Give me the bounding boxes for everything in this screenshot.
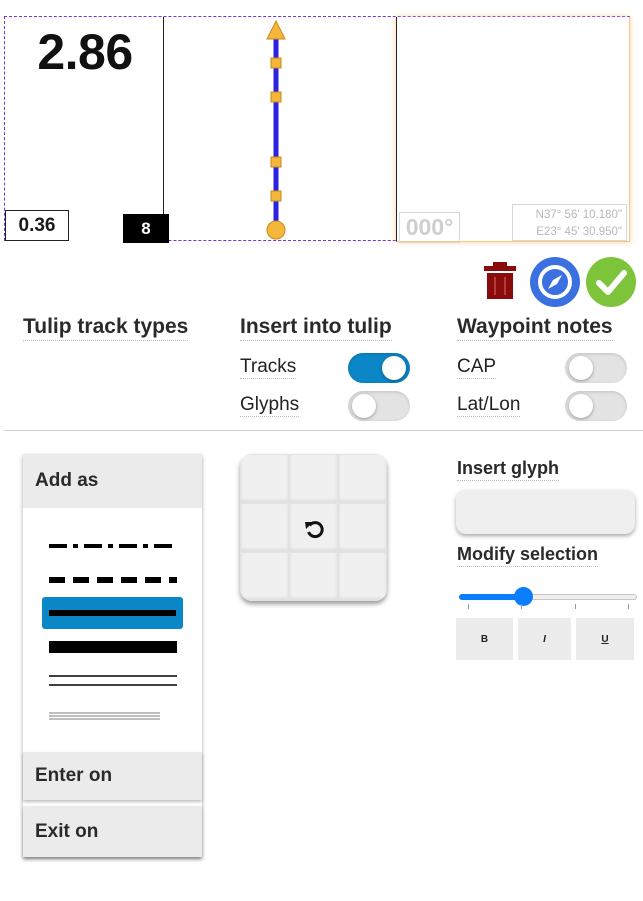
- underline-button[interactable]: U: [576, 618, 634, 660]
- longitude: E23° 45' 30.950": [536, 226, 622, 238]
- exit-on-header[interactable]: Exit on: [23, 806, 202, 857]
- tulip-cell[interactable]: [164, 17, 396, 241]
- toggle-knob: [352, 394, 376, 418]
- grid-cell-bottom-right[interactable]: [338, 552, 387, 601]
- tulip-handle[interactable]: [270, 156, 282, 168]
- trash-icon: [484, 262, 516, 299]
- tulip-entry-point[interactable]: [266, 220, 286, 240]
- slider-tick: [628, 604, 629, 609]
- heading-display: 000°: [399, 212, 460, 243]
- double-line-icon: [49, 675, 177, 686]
- section-divider: [4, 430, 643, 431]
- tracks-toggle[interactable]: [348, 353, 410, 383]
- heavy-line-icon: [49, 641, 177, 653]
- add-as-header[interactable]: Add as: [23, 454, 202, 508]
- track-type-panel: Add as Enter on Exit on: [23, 454, 202, 857]
- glyphs-toggle[interactable]: [348, 391, 410, 421]
- tulip-canvas[interactable]: [164, 17, 396, 241]
- bold-button[interactable]: B: [456, 618, 513, 660]
- toggle-knob: [569, 356, 593, 380]
- grid-cell-center[interactable]: [289, 503, 338, 552]
- track-style-dashed[interactable]: [41, 564, 184, 596]
- grid-cell-bottom[interactable]: [289, 552, 338, 601]
- toggle-knob: [382, 356, 406, 380]
- cap-toggle[interactable]: [565, 353, 627, 383]
- modify-selection-heading: Modify selection: [457, 544, 599, 567]
- insert-into-tulip-heading: Insert into tulip: [240, 315, 392, 341]
- dashed-line-icon: [49, 577, 177, 583]
- italic-button[interactable]: I: [518, 618, 571, 660]
- grid-cell-top[interactable]: [289, 454, 338, 503]
- insert-glyph-heading: Insert glyph: [457, 458, 560, 481]
- slider-tick: [468, 604, 469, 609]
- check-icon: [596, 270, 627, 295]
- navigate-button[interactable]: [530, 257, 580, 307]
- grid-cell-top-right[interactable]: [338, 454, 387, 503]
- glyphs-label: Glyphs: [240, 394, 300, 417]
- slider-tick: [575, 604, 576, 609]
- toggle-knob: [569, 394, 593, 418]
- notes-cell[interactable]: 000° N37° 56' 10.180" E23° 45' 30.950": [396, 17, 630, 243]
- delete-row-button[interactable]: [482, 261, 518, 301]
- cap-label: CAP: [457, 356, 497, 379]
- tulip-exit-arrow[interactable]: [266, 19, 286, 40]
- slider-tick: [521, 604, 522, 609]
- track-style-double[interactable]: [41, 666, 184, 698]
- tulip-handle[interactable]: [270, 190, 282, 202]
- glyph-size-slider-thumb[interactable]: [513, 587, 533, 606]
- grid-cell-right[interactable]: [338, 503, 387, 552]
- track-style-heavy[interactable]: [41, 631, 184, 663]
- tulip-handle[interactable]: [270, 91, 282, 103]
- track-style-dash-dot[interactable]: [41, 530, 184, 562]
- glyph-search-input[interactable]: [456, 490, 635, 534]
- latitude: N37° 56' 10.180": [535, 209, 622, 221]
- tulip-track-types-heading: Tulip track types: [23, 315, 189, 341]
- coordinates-display: N37° 56' 10.180" E23° 45' 30.950": [512, 204, 627, 241]
- tulip-handle[interactable]: [270, 57, 282, 69]
- tracks-label: Tracks: [240, 356, 297, 379]
- partial-distance: 0.36: [5, 210, 69, 241]
- latlon-label: Lat/Lon: [457, 394, 521, 417]
- grid-cell-top-left[interactable]: [240, 454, 289, 503]
- compass-icon: [538, 265, 572, 299]
- thick-line-icon: [49, 610, 176, 616]
- latlon-toggle[interactable]: [565, 391, 627, 421]
- waypoint-notes-heading: Waypoint notes: [457, 315, 613, 341]
- track-style-triple-thin[interactable]: [41, 700, 184, 732]
- track-style-thick[interactable]: [42, 597, 183, 629]
- glyph-position-grid: [240, 454, 387, 601]
- triple-thin-line-icon: [49, 712, 160, 720]
- dash-dot-line-icon: [49, 544, 177, 548]
- grid-cell-bottom-left[interactable]: [240, 552, 289, 601]
- enter-on-header[interactable]: Enter on: [23, 752, 202, 800]
- distance-cell[interactable]: 2.86 0.36 8: [5, 17, 169, 243]
- total-distance: 2.86: [37, 24, 133, 80]
- grid-cell-left[interactable]: [240, 503, 289, 552]
- row-number: 8: [123, 214, 169, 243]
- confirm-button[interactable]: [586, 257, 636, 307]
- rotate-icon: [290, 504, 339, 553]
